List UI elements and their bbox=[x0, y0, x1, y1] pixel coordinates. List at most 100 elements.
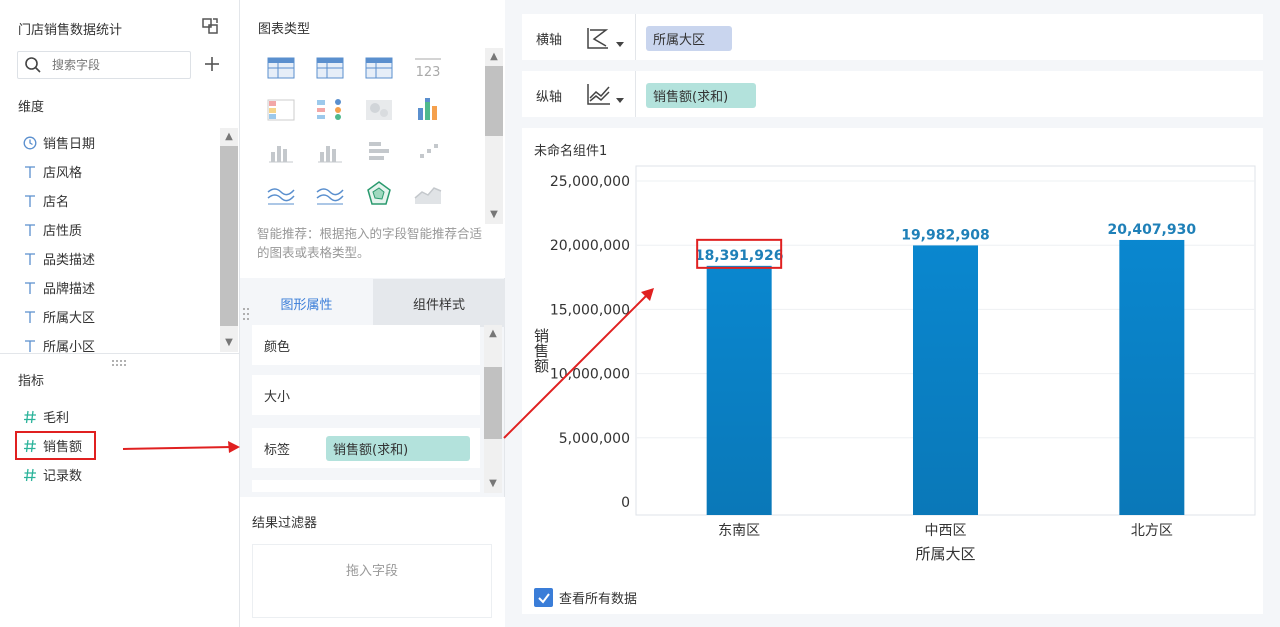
clock-icon bbox=[17, 136, 43, 150]
dimension-item[interactable]: 店性质 bbox=[17, 215, 217, 244]
table-icon[interactable] bbox=[305, 48, 354, 88]
search-input[interactable] bbox=[52, 58, 172, 72]
table-icon[interactable] bbox=[354, 48, 403, 88]
heatmap-icon[interactable] bbox=[354, 90, 403, 130]
radar-chart-icon[interactable] bbox=[354, 174, 403, 214]
resize-handle-icon[interactable] bbox=[111, 356, 127, 366]
search-icon bbox=[24, 56, 44, 74]
chart-type-label: 图表类型 bbox=[258, 22, 311, 37]
tab-graph-props[interactable]: 图形属性 bbox=[240, 279, 373, 327]
measure-item-label: 毛利 bbox=[43, 411, 70, 426]
dimension-item-label: 店名 bbox=[43, 195, 70, 210]
svg-text:123: 123 bbox=[415, 65, 440, 80]
dimension-item[interactable]: 品牌描述 bbox=[17, 273, 217, 302]
kpi-icon[interactable] bbox=[305, 90, 354, 130]
color-table-icon[interactable] bbox=[256, 90, 305, 130]
x-axis-label: 横轴 bbox=[536, 33, 563, 48]
dimension-item-label: 销售日期 bbox=[43, 137, 96, 152]
text-field-icon bbox=[17, 165, 43, 179]
stacked-bar-icon[interactable] bbox=[403, 90, 452, 130]
y-axis-type-dropdown[interactable] bbox=[586, 82, 628, 108]
scatter-icon[interactable] bbox=[403, 132, 452, 172]
dimension-item[interactable]: 销售日期 bbox=[17, 128, 217, 157]
y-tick-label: 25,000,000 bbox=[550, 174, 630, 190]
divider bbox=[635, 71, 636, 117]
divider bbox=[0, 353, 239, 354]
y-tick-label: 0 bbox=[621, 495, 630, 511]
scroll-down-icon[interactable]: ▼ bbox=[484, 475, 502, 493]
data-label: 18,391,926 bbox=[695, 248, 784, 264]
x-axis-field-pill[interactable]: 所属大区 bbox=[646, 26, 732, 51]
highlight-box-measure bbox=[15, 431, 96, 460]
field-search-box[interactable] bbox=[17, 51, 191, 79]
prop-label-label: 标签 bbox=[264, 442, 291, 458]
x-tick-label: 中西区 bbox=[925, 523, 967, 539]
chart-type-grid: 123 bbox=[256, 48, 466, 216]
dimension-item-label: 店风格 bbox=[43, 166, 83, 181]
area-chart-icon[interactable] bbox=[403, 174, 452, 214]
scroll-down-icon[interactable]: ▼ bbox=[220, 334, 238, 352]
y-axis-field-pill[interactable]: 销售额(求和) bbox=[646, 83, 756, 108]
measure-item-label: 记录数 bbox=[43, 469, 83, 484]
show-all-data[interactable]: 查看所有数据 bbox=[534, 588, 637, 607]
scroll-down-icon[interactable]: ▼ bbox=[485, 206, 503, 224]
dimension-section-label: 维度 bbox=[18, 100, 45, 115]
dimension-item[interactable]: 品类描述 bbox=[17, 244, 217, 273]
prop-color[interactable]: 颜色 bbox=[252, 325, 480, 365]
bar bbox=[913, 245, 978, 515]
scroll-up-icon[interactable]: ▲ bbox=[220, 128, 238, 146]
bar bbox=[706, 265, 772, 515]
line-chart-icon[interactable] bbox=[256, 174, 305, 214]
bar bbox=[1119, 239, 1185, 515]
drag-handle-icon[interactable] bbox=[242, 307, 250, 321]
filter-drop-zone[interactable]: 拖入字段 bbox=[252, 544, 492, 618]
dimension-item[interactable]: 所属大区 bbox=[17, 302, 217, 331]
smart-recommend-hint: 智能推荐：根据拖入的字段智能推荐合适的图表或表格类型。 bbox=[257, 226, 483, 260]
dimension-item-label: 品类描述 bbox=[43, 253, 96, 268]
dimension-item-label: 品牌描述 bbox=[43, 282, 96, 297]
x-axis-type-dropdown[interactable] bbox=[586, 26, 628, 52]
chart-type-scrollbar[interactable]: ▲ ▼ bbox=[485, 48, 503, 224]
show-all-data-label: 查看所有数据 bbox=[559, 592, 638, 607]
table-icon[interactable] bbox=[256, 48, 305, 88]
dataset-title: 门店销售数据统计 bbox=[18, 23, 123, 38]
dimension-item-label: 店性质 bbox=[43, 224, 83, 239]
line-chart-icon[interactable] bbox=[305, 174, 354, 214]
dimension-item[interactable]: 店风格 bbox=[17, 157, 217, 186]
prop-color-label: 颜色 bbox=[264, 339, 291, 355]
measure-item[interactable]: 记录数 bbox=[17, 460, 217, 489]
config-panel: 图表类型 123 ▲ ▼ 智能推荐：根据拖入的字段智能推荐合适的图表或表格类型。… bbox=[240, 0, 505, 627]
data-label: 20,407,930 bbox=[1108, 222, 1197, 238]
scroll-up-icon[interactable]: ▲ bbox=[485, 48, 503, 66]
measure-item[interactable]: 毛利 bbox=[17, 402, 217, 431]
prop-label[interactable]: 标签 销售额(求和) bbox=[252, 428, 480, 468]
annotation-arrow-1 bbox=[122, 441, 240, 453]
prop-size[interactable]: 大小 bbox=[252, 375, 480, 415]
hash-icon bbox=[17, 468, 43, 482]
x-axis-row: 横轴 所属大区 bbox=[522, 14, 1263, 60]
label-field-pill[interactable]: 销售额(求和) bbox=[326, 435, 470, 461]
bar-chart-icon[interactable] bbox=[305, 132, 354, 172]
dimension-scrollbar[interactable]: ▲ ▼ bbox=[220, 128, 238, 352]
field-panel: 门店销售数据统计 维度 销售日期店风格店名店性质品类描述品牌描述所属大区所属小区… bbox=[0, 0, 240, 627]
divider bbox=[635, 14, 636, 60]
annotation-arrow-2 bbox=[503, 288, 654, 439]
horizontal-bar-icon[interactable] bbox=[354, 132, 403, 172]
switch-dataset-icon[interactable] bbox=[200, 16, 220, 36]
number-icon[interactable]: 123 bbox=[403, 48, 452, 88]
axis-line-icon bbox=[587, 84, 624, 105]
bar-chart-icon[interactable] bbox=[256, 132, 305, 172]
scroll-thumb[interactable] bbox=[220, 146, 238, 326]
checkbox-checked-icon[interactable] bbox=[534, 588, 553, 607]
dimension-item-label: 所属大区 bbox=[43, 311, 96, 326]
tab-component-style[interactable]: 组件样式 bbox=[373, 279, 505, 327]
axis-continuous-icon bbox=[587, 28, 624, 49]
dimension-item[interactable]: 店名 bbox=[17, 186, 217, 215]
y-tick-label: 20,000,000 bbox=[550, 238, 630, 254]
scroll-thumb[interactable] bbox=[485, 66, 503, 136]
add-field-icon[interactable] bbox=[203, 55, 221, 73]
x-tick-label: 东南区 bbox=[718, 523, 760, 539]
text-field-icon bbox=[17, 339, 43, 353]
hash-icon bbox=[17, 410, 43, 424]
measure-section-label: 指标 bbox=[18, 374, 45, 389]
